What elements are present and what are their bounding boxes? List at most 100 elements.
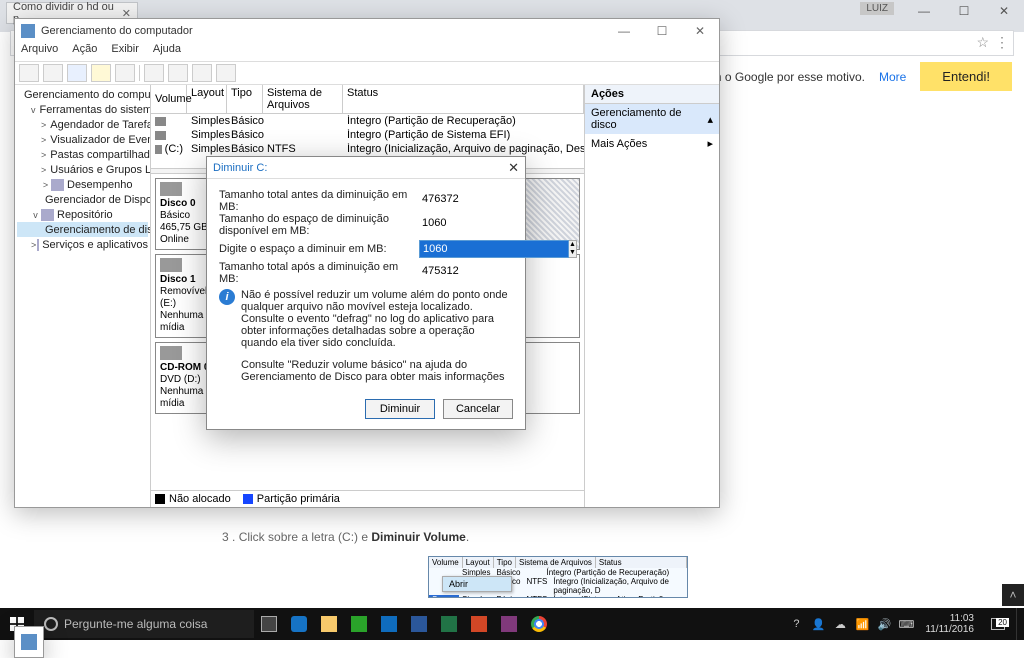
- tree-item[interactable]: vRepositório: [17, 207, 148, 222]
- taskbar-chrome-icon[interactable]: [524, 608, 554, 640]
- dialog-titlebar[interactable]: Diminuir C: ✕: [207, 157, 525, 179]
- chrome-user-badge[interactable]: LUIZ: [860, 2, 894, 15]
- tree-item[interactable]: >Agendador de Tarefas: [17, 117, 148, 132]
- collapse-icon: ▴: [707, 113, 713, 126]
- label-enter-shrink: Digite o espaço a diminuir em MB:: [219, 243, 419, 255]
- toolbar-view1-icon[interactable]: [144, 64, 164, 82]
- actions-item-more[interactable]: Mais Ações▸: [585, 134, 719, 153]
- dialog-info-text-1: Não é possível reduzir um volume além do…: [241, 289, 513, 349]
- tree-item[interactable]: Gerenciador de Disposit: [17, 192, 148, 207]
- taskbar-search[interactable]: Pergunte-me alguma coisa: [34, 610, 254, 638]
- article-step-3: 3 . Click sobre a letra (C:) e Diminuir …: [222, 530, 469, 544]
- toolbar-up-icon[interactable]: [67, 64, 87, 82]
- chrome-window-buttons: — ☐ ✕: [904, 0, 1024, 22]
- dialog-title: Diminuir C:: [213, 162, 267, 174]
- taskbar-explorer-icon[interactable]: [314, 608, 344, 640]
- show-desktop-button[interactable]: [1016, 608, 1022, 640]
- toolbar-view3-icon[interactable]: [192, 64, 212, 82]
- toolbar-view2-icon[interactable]: [168, 64, 188, 82]
- search-placeholder: Pergunte-me alguma coisa: [64, 617, 207, 631]
- actions-header: Ações: [585, 85, 719, 104]
- tree-item[interactable]: >Usuários e Grupos Loca: [17, 162, 148, 177]
- shrink-spinner[interactable]: ▲▼: [569, 240, 577, 258]
- tree-item[interactable]: >Serviços e aplicativos: [17, 237, 148, 252]
- taskbar: Pergunte-me alguma coisa ? 👤 ☁ 📶 🔊 ⌨ 11:…: [0, 608, 1024, 640]
- tray-people-icon[interactable]: 👤: [809, 615, 827, 633]
- menu-arquivo[interactable]: Arquivo: [21, 43, 58, 61]
- shrink-button[interactable]: Diminuir: [365, 399, 435, 419]
- toolbar-help-icon[interactable]: [115, 64, 135, 82]
- tray-help-icon[interactable]: ?: [787, 615, 805, 633]
- mmc-actions-pane: Ações Gerenciamento de disco▴ Mais Ações…: [585, 85, 719, 507]
- mmc-tree[interactable]: Gerenciamento do computado vFerramentas …: [15, 85, 151, 507]
- taskbar-powerpoint-icon[interactable]: [464, 608, 494, 640]
- shrink-amount-input[interactable]: [419, 240, 569, 258]
- volume-row[interactable]: (C:)SimplesBásicoNTFSÍntegro (Inicializa…: [151, 142, 584, 156]
- tree-item[interactable]: Gerenciamento de disco: [17, 222, 148, 237]
- tray-volume-icon[interactable]: 🔊: [875, 615, 893, 633]
- cookie-banner: om o Google por esse motivo. More Entend…: [705, 62, 1012, 91]
- close-icon[interactable]: ✕: [984, 0, 1024, 22]
- mmc-minimize-icon[interactable]: —: [605, 19, 643, 43]
- mmc-toolbar[interactable]: [15, 61, 719, 85]
- actions-item-disk-mgmt[interactable]: Gerenciamento de disco▴: [585, 104, 719, 134]
- taskbar-store-icon[interactable]: [344, 608, 374, 640]
- menu-acao[interactable]: Ação: [72, 43, 97, 61]
- value-total-after: 475312: [419, 264, 513, 282]
- label-available: Tamanho do espaço de diminuição disponív…: [219, 213, 419, 237]
- taskbar-word-icon[interactable]: [404, 608, 434, 640]
- task-view-icon[interactable]: [254, 608, 284, 640]
- volume-row[interactable]: SimplesBásicoÍntegro (Partição de Sistem…: [151, 128, 584, 142]
- mmc-menu-bar[interactable]: Arquivo Ação Exibir Ajuda: [15, 43, 719, 61]
- legend-swatch-unalloc: [155, 494, 165, 504]
- taskbar-mail-icon[interactable]: [374, 608, 404, 640]
- spinner-down-icon[interactable]: ▼: [569, 249, 576, 257]
- tray-onedrive-icon[interactable]: ☁: [831, 615, 849, 633]
- action-center-icon[interactable]: 20: [984, 618, 1012, 630]
- menu-exibir[interactable]: Exibir: [111, 43, 139, 61]
- taskbar-edge-icon[interactable]: [284, 608, 314, 640]
- mmc-maximize-icon[interactable]: ☐: [643, 19, 681, 43]
- col-layout[interactable]: Layout: [187, 85, 227, 113]
- tray-network-icon[interactable]: 📶: [853, 615, 871, 633]
- toolbar-forward-icon[interactable]: [43, 64, 63, 82]
- toolbar-back-icon[interactable]: [19, 64, 39, 82]
- col-status[interactable]: Status: [343, 85, 584, 113]
- legend-swatch-primary: [243, 494, 253, 504]
- tray-language-icon[interactable]: ⌨: [897, 615, 915, 633]
- spinner-up-icon[interactable]: ▲: [569, 241, 576, 249]
- banner-ok-button[interactable]: Entendi!: [920, 62, 1012, 91]
- col-tipo[interactable]: Tipo: [227, 85, 263, 113]
- col-volume[interactable]: Volume: [151, 85, 187, 113]
- tree-item[interactable]: >Pastas compartilhadas: [17, 147, 148, 162]
- volume-list-header[interactable]: Volume Layout Tipo Sistema de Arquivos S…: [151, 85, 584, 114]
- label-total-before: Tamanho total antes da diminuição em MB:: [219, 189, 419, 213]
- taskbar-clock[interactable]: 11:0311/11/2016: [919, 613, 980, 635]
- dialog-info-text-2: Consulte "Reduzir volume básico" na ajud…: [241, 359, 513, 383]
- toolbar-view4-icon[interactable]: [216, 64, 236, 82]
- dialog-close-icon[interactable]: ✕: [508, 160, 519, 176]
- taskbar-overflow-icon[interactable]: ˄: [1002, 584, 1024, 606]
- banner-text: om o Google por esse motivo.: [705, 70, 865, 84]
- mmc-titlebar[interactable]: Gerenciamento do computador — ☐ ✕: [15, 19, 719, 43]
- mmc-close-icon[interactable]: ✕: [681, 19, 719, 43]
- volume-row[interactable]: SimplesBásicoÍntegro (Partição de Recupe…: [151, 114, 584, 128]
- tree-root[interactable]: Gerenciamento do computado: [24, 89, 151, 101]
- tree-item[interactable]: vFerramentas do sistema: [17, 102, 148, 117]
- banner-more-link[interactable]: More: [879, 70, 906, 84]
- shrink-volume-dialog: Diminuir C: ✕ Tamanho total antes da dim…: [206, 156, 526, 430]
- toolbar-refresh-icon[interactable]: [91, 64, 111, 82]
- tree-item[interactable]: >Visualizador de Eventos: [17, 132, 148, 147]
- bookmark-star-icon[interactable]: ☆: [976, 34, 989, 51]
- menu-ajuda[interactable]: Ajuda: [153, 43, 181, 61]
- taskbar-mmc-icon[interactable]: [14, 626, 44, 658]
- cancel-button[interactable]: Cancelar: [443, 399, 513, 419]
- taskbar-onenote-icon[interactable]: [494, 608, 524, 640]
- maximize-icon[interactable]: ☐: [944, 0, 984, 22]
- minimize-icon[interactable]: —: [904, 0, 944, 22]
- col-fs[interactable]: Sistema de Arquivos: [263, 85, 343, 113]
- tree-item[interactable]: >Desempenho: [17, 177, 148, 192]
- taskbar-excel-icon[interactable]: [434, 608, 464, 640]
- system-tray[interactable]: ? 👤 ☁ 📶 🔊 ⌨ 11:0311/11/2016 20: [787, 608, 1024, 640]
- chrome-menu-icon[interactable]: ⋮: [995, 34, 1009, 51]
